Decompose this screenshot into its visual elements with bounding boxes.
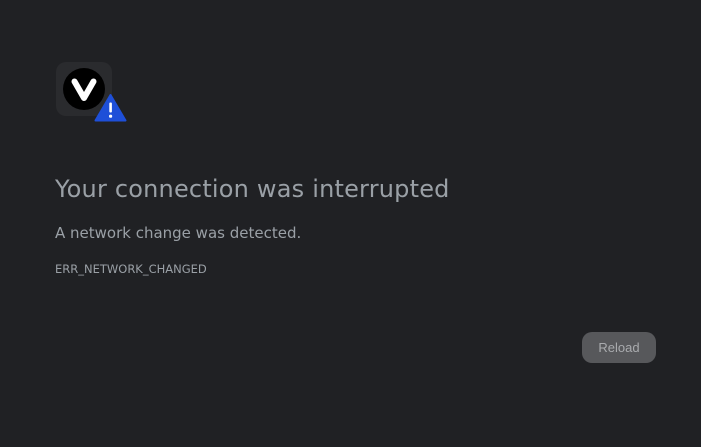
error-code[interactable]: ERR_NETWORK_CHANGED — [55, 261, 207, 277]
error-icon-group — [56, 62, 128, 124]
error-description: A network change was detected. — [55, 224, 302, 242]
reload-button[interactable]: Reload — [582, 332, 656, 363]
error-page: Your connection was interrupted A networ… — [0, 0, 701, 447]
vivaldi-logo-icon — [56, 62, 127, 122]
page-title: Your connection was interrupted — [55, 175, 450, 203]
